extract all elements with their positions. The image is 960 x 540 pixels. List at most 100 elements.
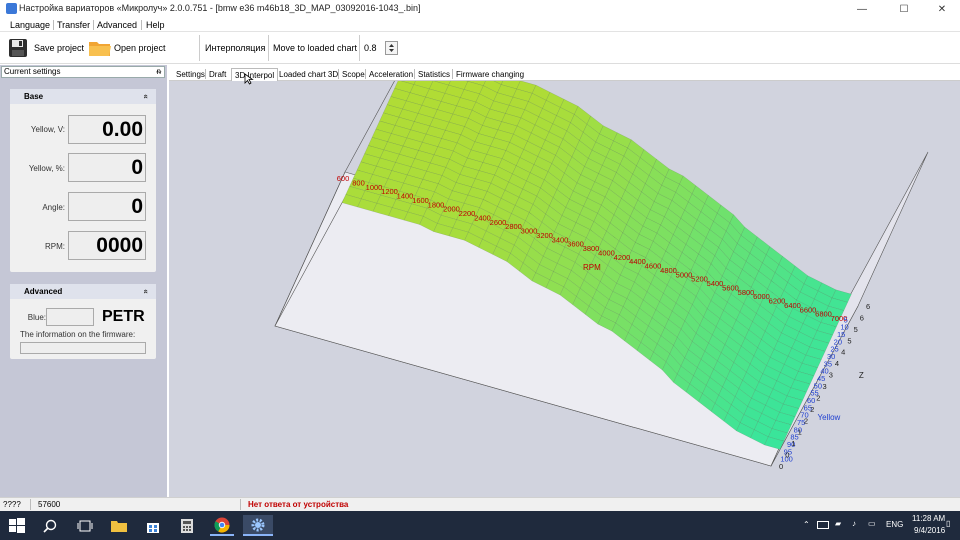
blue-label: Blue:: [27, 313, 46, 322]
tab-draft[interactable]: Draft: [206, 68, 229, 81]
floppy-disk-icon: [9, 39, 27, 57]
rpm-tick-label: 5200: [691, 275, 708, 284]
tab-firmware-changing[interactable]: Firmware changing: [453, 68, 527, 81]
rpm-label: RPM:: [45, 242, 65, 251]
file-explorer-button[interactable]: [108, 515, 130, 536]
tab-statistics[interactable]: Statistics: [415, 68, 453, 81]
language-indicator[interactable]: ENG: [886, 520, 903, 529]
tab-scope[interactable]: Scope: [339, 68, 368, 81]
z-tick-label: 5: [854, 325, 858, 334]
windows-logo-icon: [9, 517, 25, 533]
calculator-button[interactable]: [176, 515, 198, 536]
app-taskbar-button[interactable]: [243, 515, 273, 536]
rpm-tick-label: 1800: [428, 200, 445, 209]
save-project-button[interactable]: [8, 38, 28, 58]
maximize-button[interactable]: ☐: [890, 0, 918, 18]
menu-advanced[interactable]: Advanced: [94, 18, 140, 32]
search-button[interactable]: [40, 515, 60, 536]
z-tick-label: 3: [829, 371, 833, 380]
z-tick-label: 2: [810, 405, 814, 414]
interpolation-value: 0.8: [364, 43, 377, 53]
clock-date[interactable]: 9/4/2016: [914, 526, 945, 535]
rpm-tick-label: 3000: [521, 227, 538, 236]
rpm-tick-label: 1400: [397, 192, 414, 201]
status-separator: [30, 499, 31, 510]
rpm-tick-label: 2800: [505, 222, 522, 231]
store-button[interactable]: [142, 515, 164, 536]
status-message: Нет ответа от устройства: [248, 500, 349, 509]
rpm-tick-label: 5400: [707, 279, 724, 288]
rpm-tick-label: 600: [337, 174, 350, 183]
menu-help[interactable]: Help: [143, 18, 168, 32]
z-tick-label: 2: [804, 416, 808, 425]
volume-icon[interactable]: ♪: [852, 519, 856, 528]
message-icon[interactable]: ▭: [868, 519, 876, 528]
folder-icon: [111, 520, 127, 532]
blue-value: PETR: [102, 308, 145, 325]
start-button[interactable]: [8, 515, 26, 536]
tab-acceleration[interactable]: Acceleration: [366, 68, 416, 81]
minimize-button[interactable]: —: [848, 0, 876, 18]
chrome-button[interactable]: [210, 515, 234, 536]
menu-language[interactable]: Language: [7, 18, 53, 32]
menu-transfer[interactable]: Transfer: [54, 18, 93, 32]
z-tick-label: 4: [835, 359, 839, 368]
z-tick-label: 6: [860, 313, 864, 322]
open-project-label[interactable]: Open project: [114, 32, 166, 64]
rpm-tick-label: 3600: [567, 240, 584, 249]
chart-area[interactable]: 600 800 1000 1200 1400 1600 1800 2000 2200 2400 26…: [169, 11, 960, 497]
pin-icon[interactable]: ᵰ: [157, 67, 161, 77]
windows-taskbar: ⌃ ▰ ♪ ▭ ENG 11:28 AM 9/4/2016 ▯: [0, 511, 960, 540]
collapse-chevron-icon[interactable]: «: [138, 289, 153, 293]
firmware-info-label: The information on the firmware:: [20, 330, 136, 339]
calculator-icon: [181, 518, 193, 533]
task-view-button[interactable]: [75, 515, 95, 536]
current-settings-panel: Current settings ᵰ Base « Yellow, V: 0.0…: [0, 65, 167, 497]
close-button[interactable]: ✕: [928, 0, 956, 18]
base-group-title: Base: [24, 92, 44, 101]
network-icon[interactable]: ▰: [835, 519, 841, 528]
open-project-button[interactable]: [88, 38, 112, 58]
clock-time[interactable]: 11:28 AM: [912, 514, 945, 523]
z-tick-label: 3: [823, 382, 827, 391]
rpm-tick-label: 2400: [474, 213, 491, 222]
rpm-tick-label: 3800: [583, 244, 600, 253]
blue-field: [46, 308, 94, 326]
rpm-tick-label: 1000: [366, 183, 383, 192]
rpm-tick-label: 6600: [800, 305, 817, 314]
battery-icon[interactable]: [817, 521, 829, 529]
base-group-header[interactable]: Base «: [10, 89, 156, 104]
value-spinner[interactable]: [385, 41, 398, 55]
menu-separator: [141, 20, 142, 30]
angle-value: 0: [68, 192, 146, 221]
interpolation-button[interactable]: Интерполяция: [205, 32, 265, 64]
rpm-tick-label: 800: [352, 178, 365, 187]
tab-settings[interactable]: Settings: [173, 68, 208, 81]
move-to-loaded-chart-button[interactable]: Move to loaded chart: [273, 32, 357, 64]
panel-title: Current settings: [4, 67, 61, 76]
save-project-label[interactable]: Save project: [34, 32, 84, 64]
tray-chevron-icon[interactable]: ⌃: [803, 520, 810, 529]
app-icon: [6, 3, 17, 14]
advanced-group-header[interactable]: Advanced «: [10, 284, 156, 299]
search-icon: [43, 519, 57, 533]
notification-icon[interactable]: ▯: [946, 519, 950, 528]
collapse-chevron-icon[interactable]: «: [138, 94, 153, 98]
surface-chart-3d[interactable]: 600 800 1000120014001600180020002200240026…: [169, 11, 960, 497]
z-tick-label: 6: [866, 302, 870, 311]
yellow-percent-value: 0: [68, 153, 146, 182]
task-view-icon: [77, 520, 93, 531]
tab-3d-interpol[interactable]: 3D Interpol: [231, 68, 279, 81]
z-tick-label: 4: [841, 348, 845, 357]
firmware-info-field: [20, 342, 146, 354]
folder-icon: [89, 42, 111, 56]
chrome-icon: [214, 517, 230, 533]
tab-loaded-chart-3d[interactable]: Loaded chart 3D: [276, 68, 341, 81]
store-bag-icon: [147, 522, 159, 533]
status-separator: [240, 499, 241, 510]
z-axis-title: Z: [859, 371, 864, 380]
z-tick-label: 1: [791, 439, 795, 448]
gear-icon: [251, 518, 265, 531]
advanced-group-title: Advanced: [24, 287, 63, 296]
angle-label: Angle:: [42, 203, 65, 212]
